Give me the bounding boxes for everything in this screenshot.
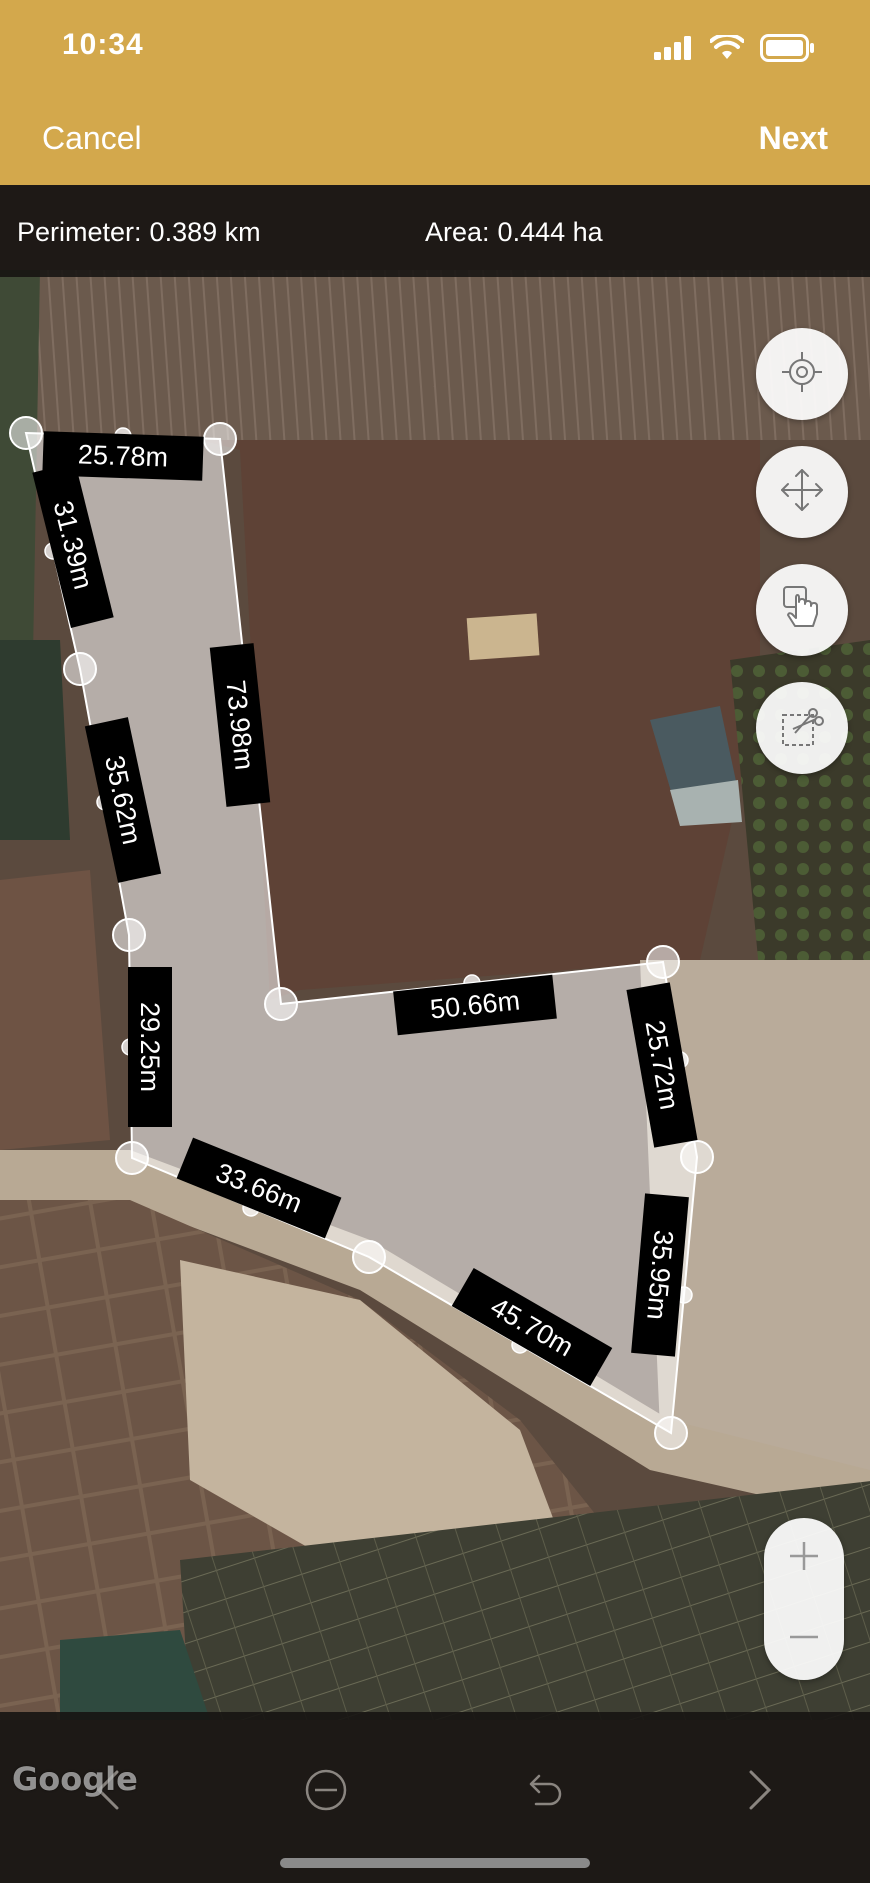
area-readout: Area: 0.444 ha	[425, 217, 603, 248]
plus-icon	[787, 1539, 821, 1578]
move-icon	[779, 467, 825, 518]
locate-button[interactable]	[756, 328, 848, 420]
locate-icon	[780, 350, 824, 399]
cut-icon	[779, 703, 825, 754]
home-indicator[interactable]	[280, 1858, 590, 1868]
measurement-summary: Perimeter: 0.389 km Area: 0.444 ha	[0, 185, 870, 277]
vertex-handle[interactable]	[654, 1416, 688, 1450]
status-icons	[654, 32, 816, 67]
segment-label: 29.25m	[135, 1002, 165, 1092]
perimeter-value: 0.389 km	[149, 217, 261, 247]
perimeter-label: Perimeter:	[17, 217, 142, 247]
vertex-handle[interactable]	[63, 652, 97, 686]
undo-icon	[522, 1768, 566, 1817]
cancel-button[interactable]: Cancel	[42, 120, 142, 157]
vertex-handle[interactable]	[352, 1240, 386, 1274]
battery-icon	[760, 34, 816, 67]
polygon-overlay: 25.78m 73.98m 50.66m 25.72m 35.95m 45.70…	[9, 416, 714, 1450]
remove-icon	[304, 1768, 348, 1817]
minus-icon	[787, 1620, 821, 1659]
vertex-handle[interactable]	[112, 918, 146, 952]
cut-tool-button[interactable]	[756, 682, 848, 774]
area-label: Area:	[425, 217, 490, 247]
zoom-in-button[interactable]	[764, 1518, 844, 1599]
vertex-handle[interactable]	[264, 987, 298, 1021]
zoom-control	[764, 1518, 844, 1680]
vertex-handle[interactable]	[680, 1140, 714, 1174]
wifi-icon	[709, 32, 745, 66]
status-time: 10:34	[62, 28, 144, 61]
segment-label: 25.78m	[77, 439, 168, 472]
zoom-out-button[interactable]	[764, 1599, 844, 1680]
chevron-right-icon	[745, 1768, 775, 1817]
google-attribution: Google	[12, 1760, 138, 1798]
top-bar: 10:34 Cancel Next	[0, 0, 870, 185]
vertex-handle[interactable]	[9, 416, 43, 450]
undo-button[interactable]	[514, 1762, 574, 1822]
remove-point-button[interactable]	[296, 1762, 356, 1822]
move-button[interactable]	[756, 446, 848, 538]
vertex-handle[interactable]	[203, 422, 237, 456]
signal-icon	[654, 36, 694, 65]
area-value: 0.444 ha	[497, 217, 603, 247]
tap-mode-button[interactable]	[756, 564, 848, 656]
perimeter-readout: Perimeter: 0.389 km	[17, 217, 261, 248]
vertex-handle[interactable]	[115, 1141, 149, 1175]
next-point-button[interactable]	[730, 1762, 790, 1822]
next-button[interactable]: Next	[759, 120, 828, 157]
vertex-handle[interactable]	[646, 945, 680, 979]
tap-icon	[780, 584, 824, 637]
